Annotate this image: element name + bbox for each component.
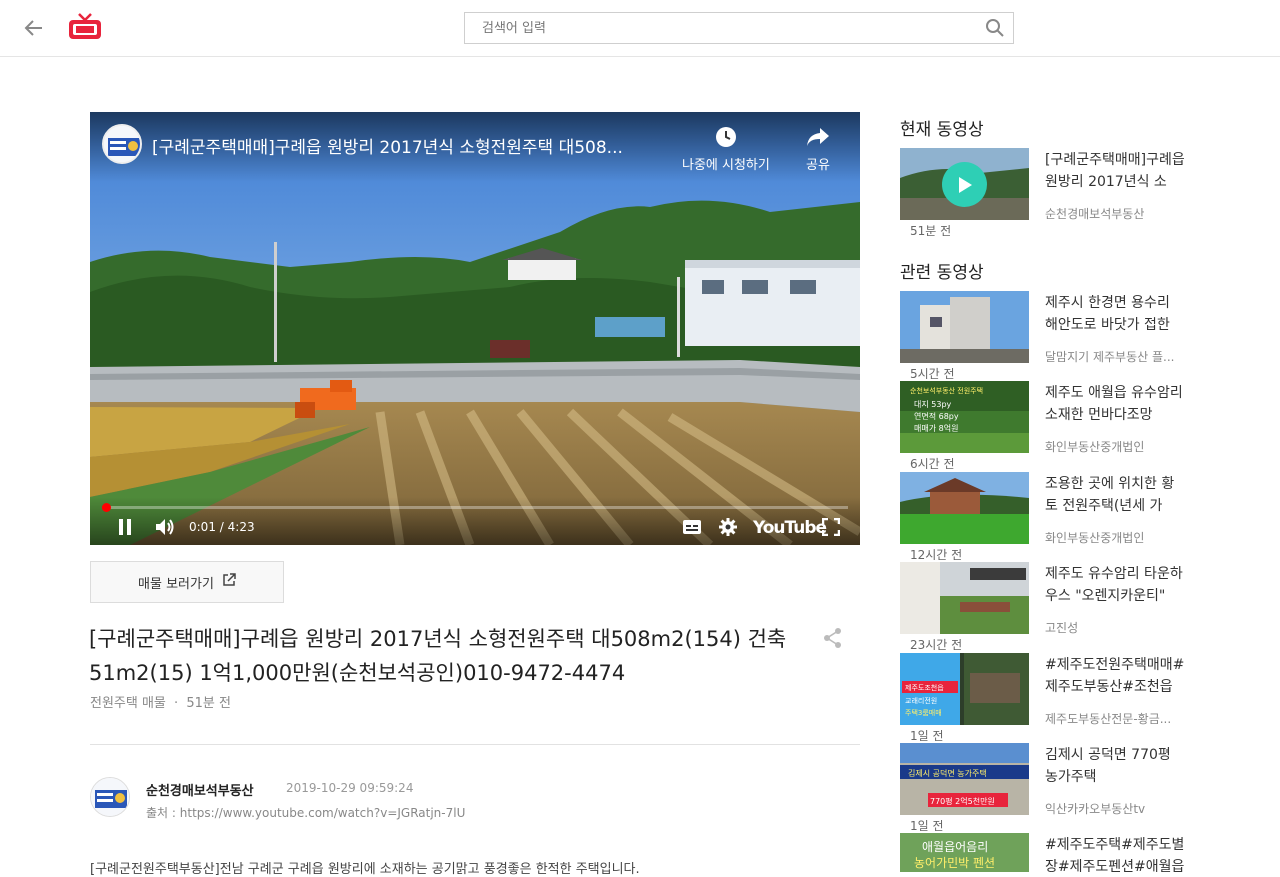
subtitles-icon[interactable] <box>680 517 704 537</box>
settings-gear-icon[interactable] <box>716 517 740 537</box>
view-listing-button[interactable]: 매물 보러가기 <box>90 561 284 603</box>
related-videos-heading: 관련 동영상 <box>900 263 984 283</box>
thumb-text: 주택3룸매매 <box>905 708 942 717</box>
post-date: 2019-10-29 09:59:24 <box>286 781 414 795</box>
current-video-item[interactable]: [구례군주택매매]구례읍 원방리 2017년식 소 순천경매보석부동산 51분 … <box>900 148 1190 238</box>
thumb-text: 김제시 공덕면 농가주택 <box>908 768 987 778</box>
video-category[interactable]: 전원주택 매물 <box>90 696 166 711</box>
current-video-heading: 현재 동영상 <box>900 120 984 140</box>
video-title: 제주도 애월읍 유수암리 소재한 먼바다조망 <box>1045 385 1183 423</box>
video-title: 조용한 곳에 위치한 황토 전원주택(년세 가 <box>1045 476 1175 514</box>
video-player[interactable]: [구례군주택매매]구례읍 원방리 2017년식 소형전원주택 대508... 나… <box>90 112 860 545</box>
video-title: #제주도주택#제주도별장#제주도펜션#애월읍 <box>1045 837 1185 872</box>
duration: 4:23 <box>227 520 255 534</box>
related-video-item[interactable]: 순천보석부동산 전원주택 대지 53py 연면적 68py 매매가 8억원 제주… <box>900 381 1190 471</box>
video-time: 1일 전 <box>910 729 944 743</box>
channel-name: 순천경매보석부동산 <box>1045 207 1145 221</box>
channel-name: 화인부동산중개법인 <box>1045 531 1145 545</box>
related-video-item[interactable]: 애월읍어음리 농어가민박 펜션 #제주도주택#제주도별장#제주도펜션#애월읍 <box>900 833 1190 872</box>
video-thumbnail <box>900 291 1029 363</box>
video-title: 김제시 공덕면 770평 농가주택 <box>1045 747 1171 785</box>
channel-name: 고진성 <box>1045 621 1079 635</box>
progress-bar[interactable] <box>102 503 848 512</box>
related-video-item[interactable]: 김제시 공덕면 농가주택 770평 2억5천만원 김제시 공덕면 770평 농가… <box>900 743 1190 833</box>
thumb-text: 제주도조천읍 <box>905 683 944 692</box>
video-time: 12시간 전 <box>910 548 963 562</box>
channel-name: 제주도부동산전문-황금... <box>1045 712 1172 726</box>
channel-avatar[interactable] <box>102 124 142 164</box>
player-title[interactable]: [구례군주택매매]구례읍 원방리 2017년식 소형전원주택 대508... <box>152 133 672 158</box>
search-input[interactable] <box>465 13 977 43</box>
thumb-text: 대지 53py <box>914 400 952 409</box>
video-age: 51분 전 <box>186 696 231 711</box>
share-icon[interactable] <box>822 627 844 649</box>
thumb-text: 매매가 8억원 <box>914 423 958 433</box>
search-icon[interactable] <box>977 13 1013 43</box>
related-video-item[interactable]: 제주도조천읍 교래리전원 주택3룸매매 #제주도전원주택매매#제주도부동산#조천… <box>900 653 1190 743</box>
video-title: 제주도 유수암리 타운하우스 "오렌지카운티" <box>1045 566 1183 604</box>
related-video-item[interactable]: 조용한 곳에 위치한 황토 전원주택(년세 가 화인부동산중개법인 12시간 전 <box>900 472 1190 562</box>
channel-name: 화인부동산중개법인 <box>1045 440 1145 454</box>
clock-icon <box>682 124 770 150</box>
related-video-item[interactable]: 제주도 유수암리 타운하우스 "오렌지카운티" 고진성 23시간 전 <box>900 562 1190 652</box>
top-bar <box>0 0 1280 57</box>
player-share-button[interactable]: 공유 <box>806 124 830 173</box>
search-box <box>464 12 1014 44</box>
time-display: 0:01 / 4:23 <box>189 520 255 534</box>
progress-knob[interactable] <box>102 503 111 512</box>
play-icon[interactable] <box>942 162 987 207</box>
video-title: 제주시 한경면 용수리 해안도로 바닷가 접한 <box>1045 295 1170 333</box>
external-link-icon <box>222 573 236 591</box>
video-thumbnail: 애월읍어음리 농어가민박 펜션 <box>900 833 1029 872</box>
video-thumbnail <box>900 472 1029 544</box>
source-link[interactable]: 출처 : https://www.youtube.com/watch?v=JGR… <box>146 804 465 821</box>
thumb-text: 애월읍어음리 <box>922 840 988 854</box>
meta-dot: · <box>174 696 179 711</box>
thumb-text: 교래리전원 <box>905 696 937 705</box>
video-time: 5시간 전 <box>910 367 955 381</box>
video-title: #제주도전원주택매매#제주도부동산#조천읍 <box>1045 657 1185 695</box>
channel-name: 달맘지기 제주부동산 플... <box>1045 350 1175 364</box>
video-title: [구례군주택매매]구례읍 원방리 2017년식 소 <box>1045 152 1185 190</box>
tv-logo-icon[interactable] <box>68 12 102 40</box>
watch-later-label: 나중에 시청하기 <box>682 158 770 173</box>
thumb-text: 770평 2억5천만원 <box>930 796 995 806</box>
video-title: [구례군주택매매]구례읍 원방리 2017년식 소형전원주택 대508m2(15… <box>89 627 787 685</box>
video-time: 51분 전 <box>910 224 952 238</box>
back-arrow-icon[interactable] <box>20 14 48 42</box>
view-listing-label: 매물 보러가기 <box>138 576 214 592</box>
video-time: 23시간 전 <box>910 638 963 652</box>
video-thumbnail <box>900 562 1029 634</box>
related-video-item[interactable]: 제주시 한경면 용수리 해안도로 바닷가 접한 달맘지기 제주부동산 플... … <box>900 291 1190 381</box>
video-time: 1일 전 <box>910 819 944 833</box>
pause-icon[interactable] <box>112 517 138 537</box>
description: [구례군전원주택부동산]전남 구례군 구례읍 원방리에 소재하는 공기맑고 풍경… <box>90 862 640 877</box>
video-thumbnail <box>900 148 1029 220</box>
thumb-text: 농어가민박 펜션 <box>914 856 995 870</box>
video-thumbnail: 제주도조천읍 교래리전원 주택3룸매매 <box>900 653 1029 725</box>
video-thumbnail: 김제시 공덕면 농가주택 770평 2억5천만원 <box>900 743 1029 815</box>
time-separator: / <box>219 520 224 534</box>
fullscreen-icon[interactable] <box>820 517 842 537</box>
thumb-text: 순천보석부동산 전원주택 <box>910 386 983 395</box>
video-thumbnail: 순천보석부동산 전원주택 대지 53py 연면적 68py 매매가 8억원 <box>900 381 1029 453</box>
current-time: 0:01 <box>189 520 216 534</box>
video-time: 6시간 전 <box>910 457 955 471</box>
author-name[interactable]: 순천경매보석부동산 <box>146 780 254 799</box>
youtube-logo[interactable]: YouTube <box>753 518 827 538</box>
channel-name: 익산카카오부동산tv <box>1045 802 1146 816</box>
share-arrow-icon <box>806 124 830 150</box>
author-avatar[interactable] <box>90 777 130 817</box>
video-meta: 전원주택 매물 · 51분 전 <box>90 692 231 711</box>
share-label: 공유 <box>806 158 830 173</box>
watch-later-button[interactable]: 나중에 시청하기 <box>682 124 770 173</box>
volume-icon[interactable] <box>152 517 178 537</box>
thumb-text: 연면적 68py <box>914 411 959 421</box>
divider <box>90 744 860 745</box>
